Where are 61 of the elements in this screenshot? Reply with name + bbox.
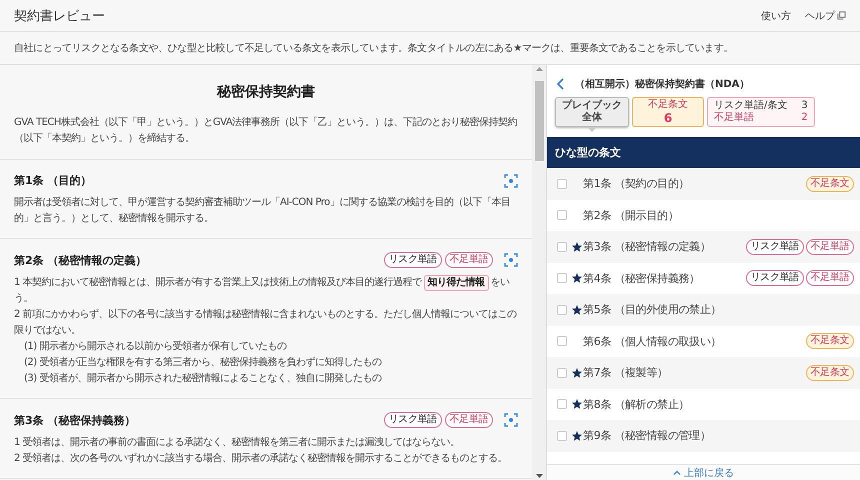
article-heading: 第1条 （目的） xyxy=(14,173,92,188)
clause-list-item[interactable]: 第1条 （契約の目的） 不足条文 xyxy=(547,168,860,200)
checkbox[interactable] xyxy=(557,210,567,220)
article-heading: 第2条 （秘密情報の定義） xyxy=(14,252,148,268)
checkbox[interactable] xyxy=(557,430,567,441)
header-link[interactable]: 使い方 xyxy=(761,8,791,22)
page-title: 契約書レビュー xyxy=(14,8,106,24)
contract-title: （相互開示）秘密保持契約書（NDA） xyxy=(575,78,750,91)
status-tag: 不足条文 xyxy=(806,333,854,350)
status-tag: リスク単語 xyxy=(746,238,804,255)
document-title: 秘密保持契約書 xyxy=(216,82,316,102)
focus-button[interactable] xyxy=(504,253,518,267)
clause-list-item[interactable]: 第3条 （秘密情報の定義） リスク単語 不足単語 xyxy=(547,231,860,262)
list-item-text: (3) 受領者が、開示者から開示された秘密情報によることなく、独自に開発したもの xyxy=(23,372,382,386)
checkbox[interactable] xyxy=(557,242,567,252)
summary-card[interactable]: 不足条文 6 xyxy=(632,97,704,127)
preamble-text: GVA TECH株式会社（以下「甲」という。）とGVA法律事務所（以下「乙」という。）は、下記のとおり秘密保持契約（以下「本契約」という。）を締結する。 xyxy=(0,115,532,160)
highlighted-term[interactable]: 知り得た情報 xyxy=(424,275,489,291)
clause-list-item[interactable]: 第9条 （秘密情報の管理） xyxy=(547,420,860,452)
status-tag: 不足単語 xyxy=(444,252,493,268)
scrollbar-thumb[interactable] xyxy=(534,81,544,161)
back-to-top-button[interactable]: 上部に戻る xyxy=(547,464,860,480)
focus-icon xyxy=(504,174,518,188)
checkbox[interactable] xyxy=(557,273,567,284)
scrollbar[interactable] xyxy=(532,65,546,480)
checkbox[interactable] xyxy=(557,399,567,410)
summary-card[interactable]: リスク単語/条文 3 不足単語 2 xyxy=(707,97,815,127)
status-tag: 不足条文 xyxy=(806,176,854,192)
scroll-up-icon[interactable] xyxy=(536,67,542,71)
list-item-text: (1) 開示者から開示される以前から受領者が保有していたもの xyxy=(23,340,288,354)
selection-pointer xyxy=(587,127,597,132)
scroll-down-icon[interactable] xyxy=(536,474,542,478)
focus-button[interactable] xyxy=(504,174,518,188)
status-tag: 不足条文 xyxy=(806,364,854,381)
caret-icon xyxy=(673,470,681,475)
section-header: ひな型の条文 xyxy=(547,137,860,168)
status-tag: 不足単語 xyxy=(806,270,854,286)
status-tag: リスク単語 xyxy=(384,252,442,268)
clause-list-item[interactable]: 第7条 （複製等） 不足条文 xyxy=(547,357,860,388)
header-link[interactable]: ヘルプ xyxy=(805,8,846,22)
focus-icon xyxy=(504,253,518,267)
focus-button[interactable] xyxy=(504,413,518,427)
clause-text: 2 受領者は、次の各号のいずれかに該当する場合、開示者の承諾なく秘密情報を開示することができるものとする。 xyxy=(14,452,508,466)
clause-text: 開示者は受領者に対して、甲が運営する契約審査補助ツール「AI-CON Pro」に関する協業の検討を目的（以下「本目的」と言う。）として、秘密情報を開示する。 xyxy=(14,196,512,226)
clause-text: 1 本契約において秘密情報とは、開示者が有する営業上又は技術上の情報及び本目的遂行過程で 知り得た情報 をいう。 xyxy=(14,275,511,306)
status-tag: リスク単語 xyxy=(746,270,804,286)
status-tag: リスク単語 xyxy=(384,412,442,428)
status-tag: 不足単語 xyxy=(444,412,493,428)
focus-icon xyxy=(504,413,518,427)
clause-text: 2 前項にかかわらず、以下の各号に該当する情報は秘密情報に含まれないものとする。ただし個人情報についてはこの限りではない。 xyxy=(14,308,518,338)
checkbox[interactable] xyxy=(557,368,567,378)
clause-text: 1 受領者は、開示者の事前の書面による承諾なく、秘密情報を第三者に開示または漏洩してはならない。 xyxy=(14,436,461,450)
external-link-icon xyxy=(837,11,846,20)
checkbox[interactable] xyxy=(557,336,567,346)
status-tag: 不足単語 xyxy=(806,238,854,255)
checkbox[interactable] xyxy=(557,304,567,315)
clause-list-item[interactable]: 第5条 （目的外使用の禁止） xyxy=(547,294,860,326)
checkbox[interactable] xyxy=(557,178,567,189)
list-item-text: (2) 受領者が正当な権限を有する第三者から、秘密保持義務を負わずに知得したもの xyxy=(23,356,382,370)
article-heading: 第3条 （秘密保持義務） xyxy=(14,412,136,428)
summary-card[interactable]: プレイブック 全体 xyxy=(555,97,629,127)
